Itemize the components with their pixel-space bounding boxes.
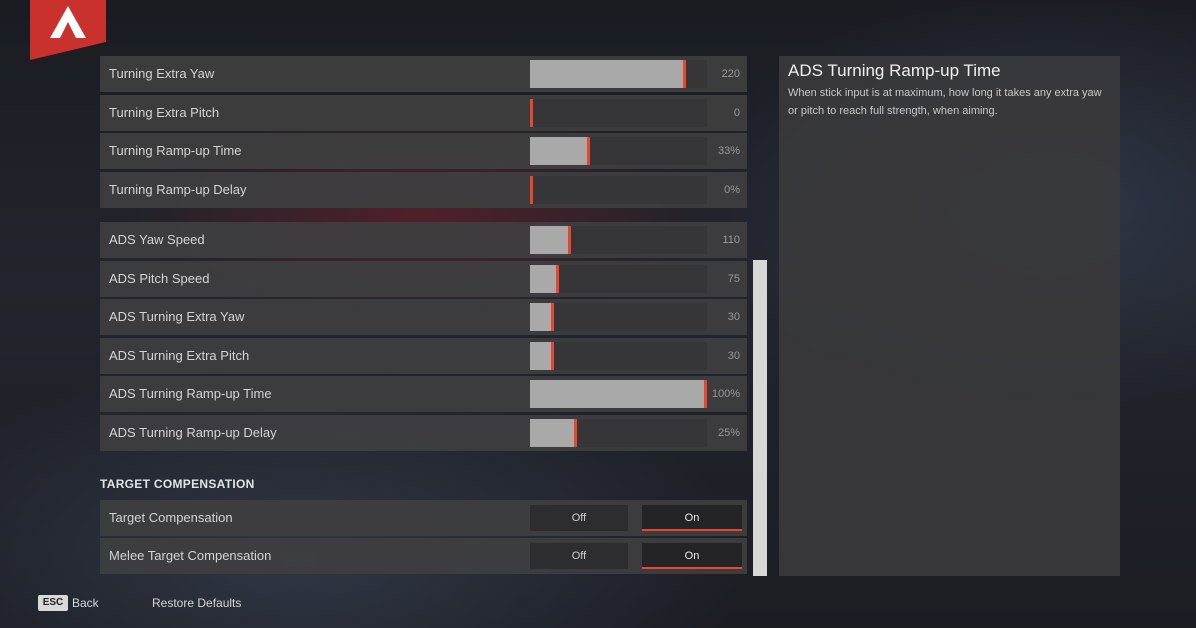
toggle-label: Target Compensation: [109, 510, 233, 525]
slider-track[interactable]: [530, 137, 707, 165]
back-button[interactable]: Back: [72, 596, 99, 610]
slider-fill[interactable]: [530, 226, 571, 254]
slider-track[interactable]: [530, 175, 707, 204]
slider-fill[interactable]: [530, 137, 590, 165]
setting-row[interactable]: Turning Ramp-up Delay 0%: [100, 171, 747, 208]
slider-value: 33%: [717, 145, 740, 157]
slider-track[interactable]: [530, 418, 707, 447]
slider-track[interactable]: [530, 264, 707, 293]
setting-row[interactable]: ADS Turning Ramp-up Delay 25%: [100, 414, 747, 451]
setting-label: Turning Ramp-up Time: [109, 143, 242, 158]
apex-logo-icon: [30, 0, 106, 60]
setting-label: ADS Pitch Speed: [109, 270, 210, 286]
slider-fill[interactable]: [530, 175, 533, 204]
restore-defaults-button[interactable]: Restore Defaults: [152, 596, 241, 610]
setting-row[interactable]: ADS Turning Ramp-up Time 100%: [100, 376, 747, 412]
toggle-row: Melee Target Compensation Off On: [100, 538, 747, 574]
toggle-label: Melee Target Compensation: [109, 548, 272, 563]
setting-label: Turning Extra Yaw: [109, 66, 215, 81]
slider-fill[interactable]: [530, 60, 686, 88]
info-description: When stick input is at maximum, how long…: [788, 87, 1102, 117]
scrollbar[interactable]: [753, 260, 767, 576]
slider-value: 25%: [717, 426, 740, 439]
slider-fill[interactable]: [530, 380, 707, 408]
setting-row[interactable]: ADS Turning Extra Yaw 30: [100, 299, 747, 335]
setting-label: ADS Turning Extra Yaw: [109, 309, 245, 324]
toggle-on-button[interactable]: On: [642, 543, 742, 569]
slider-value: 30: [727, 311, 740, 323]
toggle-on-button[interactable]: On: [642, 505, 742, 531]
slider-track[interactable]: [530, 226, 707, 254]
toggle-off-button[interactable]: Off: [530, 505, 628, 531]
slider-value: 0%: [724, 183, 740, 196]
slider-fill[interactable]: [530, 341, 554, 370]
info-title: ADS Turning Ramp-up Time: [788, 61, 1001, 80]
slider-value: 30: [727, 349, 740, 362]
slider-value: 220: [721, 68, 740, 80]
setting-row[interactable]: Turning Ramp-up Time 33%: [100, 133, 747, 169]
setting-row[interactable]: ADS Pitch Speed 75: [100, 260, 747, 297]
section-header-target-compensation: TARGET COMPENSATION: [100, 477, 255, 491]
slider-fill[interactable]: [530, 264, 559, 293]
toggle-off-button[interactable]: Off: [530, 543, 628, 569]
esc-key-icon[interactable]: ESC: [38, 595, 68, 611]
setting-label: ADS Turning Ramp-up Delay: [109, 424, 277, 440]
setting-label: ADS Yaw Speed: [109, 232, 205, 247]
info-panel: ADS Turning Ramp-up Time When stick inpu…: [779, 56, 1120, 576]
slider-value: 110: [722, 234, 740, 246]
setting-row[interactable]: ADS Turning Extra Pitch 30: [100, 337, 747, 374]
setting-row[interactable]: ADS Yaw Speed 110: [100, 222, 747, 258]
slider-track[interactable]: [530, 380, 707, 408]
setting-label: Turning Extra Pitch: [109, 104, 220, 120]
slider-value: 75: [727, 272, 740, 285]
toggle-row: Target Compensation Off On: [100, 500, 747, 536]
slider-fill[interactable]: [530, 418, 577, 447]
setting-row[interactable]: Turning Extra Pitch 0: [100, 94, 747, 131]
slider-value: 0: [733, 106, 740, 119]
setting-label: ADS Turning Extra Pitch: [109, 347, 250, 363]
setting-row[interactable]: Turning Extra Yaw 220: [100, 56, 747, 92]
slider-track[interactable]: [530, 60, 707, 88]
slider-track[interactable]: [530, 98, 707, 127]
slider-fill[interactable]: [530, 98, 533, 127]
slider-value: 100%: [711, 388, 740, 400]
slider-track[interactable]: [530, 341, 707, 370]
slider-track[interactable]: [530, 303, 707, 331]
setting-label: Turning Ramp-up Delay: [109, 181, 247, 197]
slider-fill[interactable]: [530, 303, 554, 331]
setting-label: ADS Turning Ramp-up Time: [109, 386, 272, 401]
